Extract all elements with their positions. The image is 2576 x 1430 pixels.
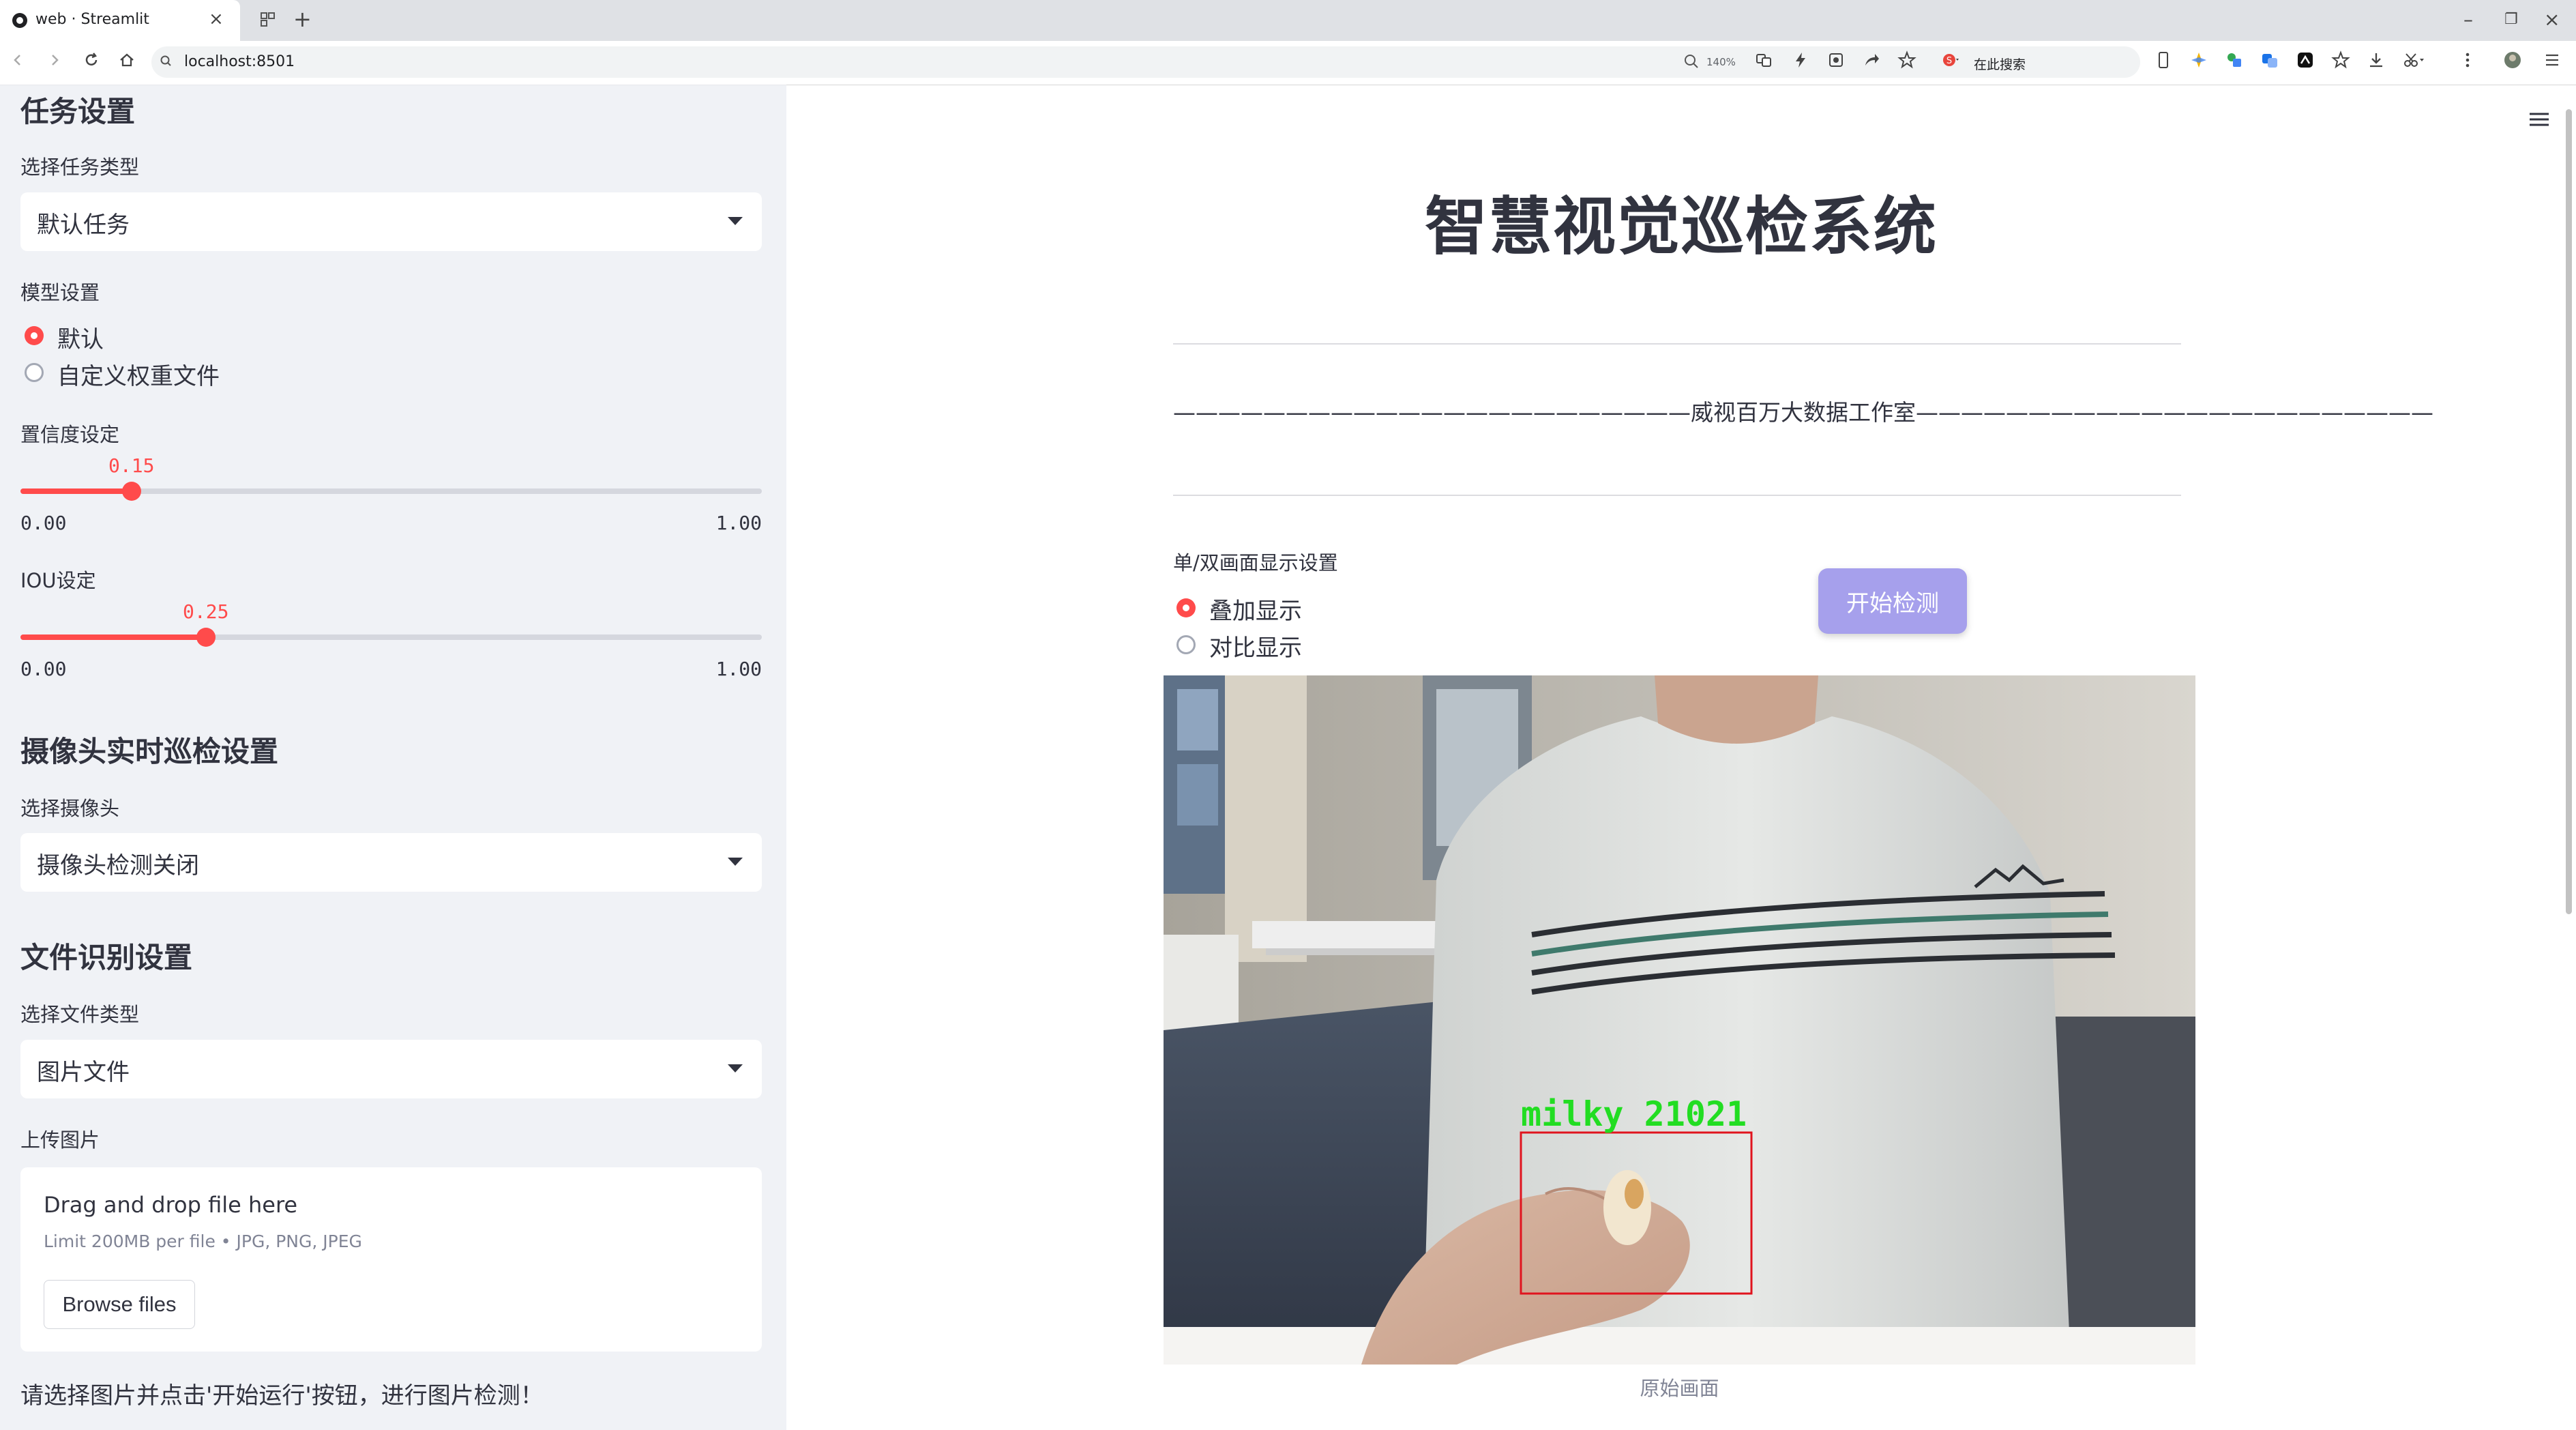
iou-label: IOU设定 <box>20 569 96 592</box>
task-type-value: 默认任务 <box>37 211 130 239</box>
restore-icon[interactable]: ❐ <box>2504 11 2518 28</box>
url-field[interactable] <box>151 46 2075 78</box>
divider <box>1173 343 2181 345</box>
studio-subtitle: ———————————————————————威视百万大数据工作室———————… <box>1173 399 2433 426</box>
download-icon[interactable] <box>2367 50 2386 70</box>
confidence-slider[interactable] <box>20 482 762 501</box>
dropzone-limit: Limit 200MB per file • JPG, PNG, JPEG <box>44 1231 362 1251</box>
zoom-icon[interactable] <box>1683 53 1700 70</box>
camera-label: 选择摄像头 <box>20 797 120 820</box>
confidence-label: 置信度设定 <box>20 423 120 446</box>
dropzone-title: Drag and drop file here <box>44 1192 298 1218</box>
svg-text:S: S <box>1946 56 1952 66</box>
start-detection-button[interactable]: 开始检测 <box>1818 568 1967 634</box>
url-text: localhost:8501 <box>184 53 295 70</box>
more-vertical-icon[interactable] <box>2458 50 2477 70</box>
camera-section-title: 摄像头实时巡检设置 <box>20 735 279 768</box>
confidence-slider-fill <box>20 488 132 494</box>
home-icon[interactable] <box>119 52 135 68</box>
model-label: 模型设置 <box>20 281 100 304</box>
iou-slider-thumb[interactable] <box>196 628 216 647</box>
window-close-icon[interactable]: × <box>2544 8 2560 31</box>
tab-title: web · Streamlit <box>35 11 149 28</box>
tab-groups-icon[interactable] <box>259 11 277 29</box>
search-engine-icon[interactable]: S <box>1942 52 1961 71</box>
browser-search-placeholder: 在此搜索 <box>1974 57 2026 72</box>
zoom-level: 140% <box>1706 56 1736 68</box>
forward-icon[interactable] <box>46 52 63 68</box>
share-icon[interactable] <box>1862 50 1881 70</box>
task-type-select[interactable]: 默认任务 <box>20 192 762 251</box>
minimize-icon[interactable]: – <box>2463 8 2473 31</box>
main-scrollbar[interactable] <box>2566 109 2572 914</box>
radio-label-model-default: 默认 <box>57 326 104 353</box>
task-type-label: 选择任务类型 <box>20 156 140 179</box>
sidebar-hint: 请选择图片并点击'开始运行'按钮，进行图片检测！ <box>20 1382 544 1410</box>
confidence-max: 1.00 <box>715 512 762 534</box>
scissors-icon[interactable] <box>2402 50 2424 70</box>
task-section-title: 任务设置 <box>20 95 136 128</box>
sidebar: 任务设置 选择任务类型 默认任务 模型设置 默认 自定义权重文件 置信度设定 0… <box>0 85 786 1430</box>
favorites-icon[interactable] <box>2331 50 2350 70</box>
extension-paint-icon[interactable] <box>2225 50 2244 70</box>
confidence-slider-thumb[interactable] <box>122 482 141 501</box>
upload-label: 上传图片 <box>20 1128 100 1152</box>
chevron-down-icon <box>728 217 743 225</box>
translate-icon[interactable] <box>1754 50 1773 70</box>
radio-compare-display[interactable] <box>1176 635 1196 654</box>
extension-black-icon[interactable] <box>2296 50 2315 70</box>
phone-icon[interactable] <box>2154 50 2173 70</box>
file-section-title: 文件识别设置 <box>20 941 193 974</box>
site-info-icon[interactable] <box>160 55 172 67</box>
back-icon[interactable] <box>10 52 26 68</box>
new-tab-icon[interactable]: + <box>293 6 312 32</box>
radio-model-custom[interactable] <box>25 363 44 382</box>
streamlit-favicon-icon <box>12 13 27 28</box>
iou-min: 0.00 <box>20 658 67 680</box>
radio-label-compare: 对比显示 <box>1209 634 1302 662</box>
detection-image: milky 21021 <box>1164 675 2195 1365</box>
extension-colorful-icon[interactable] <box>2189 50 2208 70</box>
app-menu-icon[interactable] <box>2528 109 2551 130</box>
chevron-down-icon <box>728 1064 743 1072</box>
camera-select[interactable]: 摄像头检测关闭 <box>20 833 762 892</box>
bookmark-star-icon[interactable] <box>1897 50 1916 70</box>
browser-tab-bar: web · Streamlit × + – ❐ × <box>0 0 2576 41</box>
divider <box>1173 495 2181 496</box>
file-type-value: 图片文件 <box>37 1059 130 1086</box>
display-mode-label: 单/双画面显示设置 <box>1173 551 1338 574</box>
lightning-icon[interactable] <box>1791 50 1810 70</box>
iou-slider[interactable] <box>20 628 762 647</box>
file-type-label: 选择文件类型 <box>20 1003 140 1026</box>
file-dropzone[interactable]: Drag and drop file here Limit 200MB per … <box>20 1167 762 1352</box>
iou-value: 0.25 <box>183 600 229 623</box>
iou-max: 1.00 <box>715 658 762 680</box>
confidence-min: 0.00 <box>20 512 67 534</box>
radio-overlay-display[interactable] <box>1176 598 1196 617</box>
tab-close-icon[interactable]: × <box>209 9 224 29</box>
screenshot-icon[interactable] <box>1826 50 1846 70</box>
reload-icon[interactable] <box>83 52 100 68</box>
browser-search-box[interactable] <box>1936 46 2140 78</box>
confidence-value: 0.15 <box>108 454 155 477</box>
browser-tab[interactable]: web · Streamlit × <box>0 0 240 41</box>
radio-label-model-custom: 自定义权重文件 <box>57 363 220 390</box>
iou-slider-fill <box>20 634 206 640</box>
profile-avatar-icon[interactable] <box>2503 50 2522 70</box>
browser-menu-icon[interactable] <box>2543 50 2562 70</box>
detection-label: milky 21021 <box>1521 1094 1747 1134</box>
image-caption: 原始画面 <box>1640 1377 1719 1400</box>
chevron-down-icon <box>728 858 743 866</box>
browse-files-button[interactable]: Browse files <box>44 1280 195 1329</box>
radio-label-overlay: 叠加显示 <box>1209 598 1302 625</box>
file-type-select[interactable]: 图片文件 <box>20 1040 762 1098</box>
extension-translate-icon[interactable] <box>2260 50 2279 70</box>
camera-value: 摄像头检测关闭 <box>37 852 199 879</box>
page-title: 智慧视觉巡检系统 <box>1424 190 1938 263</box>
radio-model-default[interactable] <box>25 326 44 345</box>
